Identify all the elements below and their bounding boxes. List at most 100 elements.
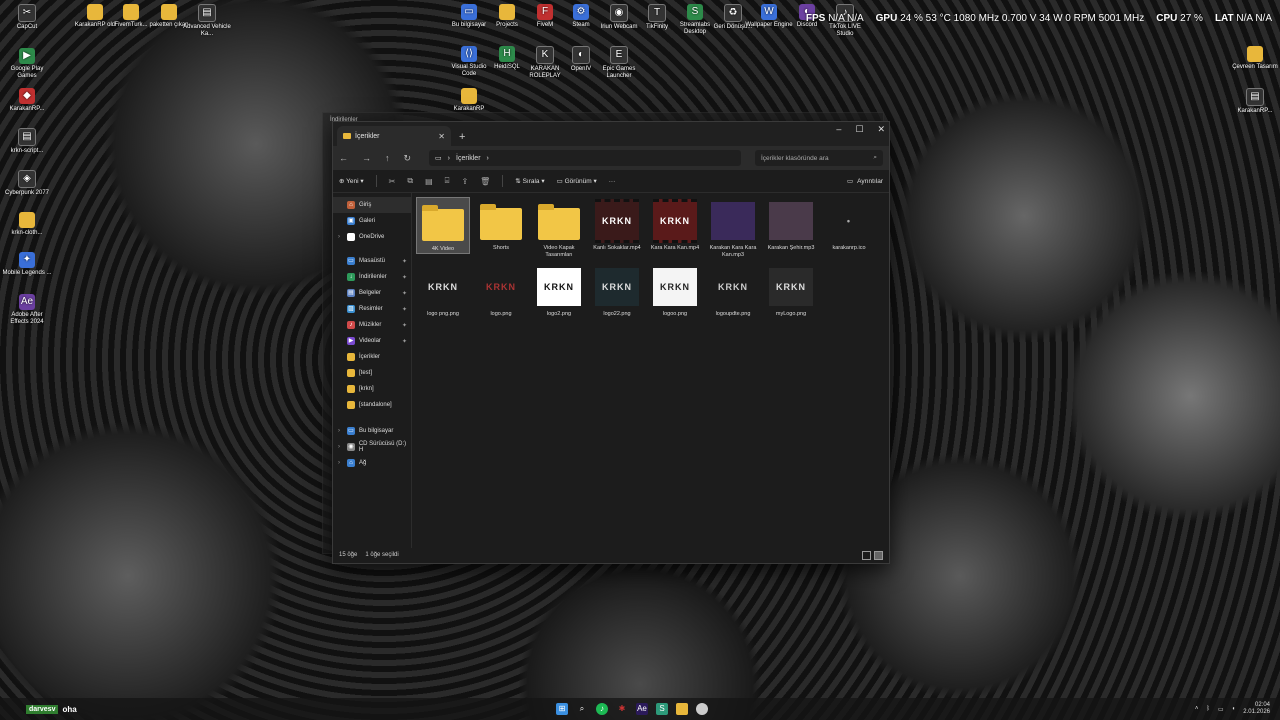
up-arrow-icon[interactable]: ↑ xyxy=(385,153,390,163)
chevron-up-icon[interactable]: ˄ xyxy=(1195,706,1199,712)
app-icon[interactable]: ✱ xyxy=(616,703,628,715)
desktop-icon[interactable]: Çevreen Tasarım xyxy=(1230,46,1280,71)
sidebar-item[interactable]: [standalone] xyxy=(333,397,411,413)
address-bar[interactable]: ▭ › İçerikler › xyxy=(429,150,741,166)
file-item[interactable]: KRKN logo png.png xyxy=(416,263,470,318)
taskbar-user-widget[interactable]: darvesv oha xyxy=(26,704,77,714)
sidebar-item[interactable]: ↓ İndirilenler ✦ xyxy=(333,269,411,285)
folder-item[interactable]: 4K Video xyxy=(416,197,470,254)
file-item[interactable]: Karakan Kara Kara Kan.mp3 xyxy=(706,197,760,259)
desktop-icon[interactable]: ▤ Advanced Vehicle Ka... xyxy=(182,4,232,38)
back-arrow-icon[interactable]: ← xyxy=(339,153,348,163)
network-icon[interactable]: ▭ xyxy=(1218,706,1224,713)
sidebar-item[interactable]: [test] xyxy=(333,365,411,381)
sidebar-item[interactable]: ▶ Videolar ✦ xyxy=(333,333,411,349)
file-explorer-icon[interactable] xyxy=(676,703,688,715)
delete-icon[interactable]: 🗑 xyxy=(480,177,490,186)
file-item[interactable]: KRKN logo2.png xyxy=(532,263,586,318)
close-button[interactable]: ✕ xyxy=(877,124,885,135)
rename-icon[interactable]: ⌸ xyxy=(445,176,450,186)
desktop-icon-label: krkn-script... xyxy=(10,148,44,154)
file-item[interactable]: • karakanrp.ico xyxy=(822,197,876,252)
folder-icon xyxy=(1247,46,1263,62)
streamlabs-icon[interactable]: S xyxy=(656,703,668,715)
chevron-right-icon[interactable]: › xyxy=(338,428,340,434)
breadcrumb-current[interactable]: İçerikler xyxy=(456,155,481,162)
folder-item[interactable]: Shorts xyxy=(474,197,528,252)
item-count: 15 öğe xyxy=(339,552,358,558)
app-icon: ▤ xyxy=(198,4,216,22)
file-item[interactable]: Karakan Şehir.mp3 xyxy=(764,197,818,252)
file-item[interactable]: KRKN logoupdte.png xyxy=(706,263,760,318)
file-item[interactable]: KRKN logoo.png xyxy=(648,263,702,318)
sidebar-item[interactable]: ▭ Masaüstü ✦ xyxy=(333,253,411,269)
after-effects-icon[interactable]: Ae xyxy=(636,703,648,715)
folder-item[interactable]: Video Kapak Tasarımları xyxy=(532,197,586,259)
more-options-button[interactable]: ··· xyxy=(609,178,616,185)
maximize-button[interactable]: ☐ xyxy=(855,124,863,135)
share-icon[interactable]: ⇪ xyxy=(461,177,468,186)
file-item[interactable]: KRKN logo.png xyxy=(474,263,528,318)
sidebar-item[interactable]: [krkn] xyxy=(333,381,411,397)
desktop-icon[interactable]: Ae Adobe After Effects 2024 xyxy=(2,294,52,326)
desktop-icon[interactable]: ✦ Mobile Legends ... xyxy=(2,252,52,277)
desktop-icon[interactable]: ◈ Cyberpunk 2077 xyxy=(2,170,52,197)
cut-icon[interactable]: ✂ xyxy=(389,177,396,186)
sidebar-item[interactable]: ▨ Resimler ✦ xyxy=(333,301,411,317)
desktop-icon[interactable]: ▤ KarakanRP... xyxy=(1230,88,1280,115)
sidebar-item-icon: ♪ xyxy=(347,321,355,329)
refresh-icon[interactable]: ↻ xyxy=(404,153,412,164)
close-tab-icon[interactable]: ✕ xyxy=(438,132,445,141)
sidebar-item[interactable]: ♪ Müzikler ✦ xyxy=(333,317,411,333)
app-icon: ◉ xyxy=(610,4,628,22)
chrome-icon[interactable] xyxy=(696,703,708,715)
sidebar-item[interactable]: › ◉ CD Sürücüsü (D:) H xyxy=(333,439,411,455)
copy-icon[interactable]: ⧉ xyxy=(407,176,413,186)
file-item[interactable]: KRKN logo22.png xyxy=(590,263,644,318)
file-item[interactable]: KRKN Kara Kara Kan.mp4 xyxy=(648,197,702,252)
chevron-right-icon[interactable]: › xyxy=(338,460,340,466)
desktop-icon[interactable]: KarakanRP xyxy=(444,88,494,113)
sidebar-item[interactable]: ⌂ Giriş xyxy=(333,197,411,213)
desktop-icon[interactable]: ◆ KarakanRP... xyxy=(2,88,52,113)
sidebar-item[interactable]: ▣ Galeri xyxy=(333,213,411,229)
bluetooth-icon[interactable]: ᛒ xyxy=(1206,706,1210,712)
chevron-right-icon[interactable]: › xyxy=(338,234,340,240)
title-bar[interactable]: İçerikler ✕ + – ☐ ✕ xyxy=(333,122,889,146)
paste-icon[interactable]: ▤ xyxy=(425,177,433,186)
chevron-right-icon[interactable]: › xyxy=(338,444,340,450)
file-item[interactable]: KRKN myLogo.png xyxy=(764,263,818,318)
desktop-icon[interactable]: ▶ Google Play Games xyxy=(2,48,52,80)
new-tab-button[interactable]: + xyxy=(459,131,465,143)
minimize-button[interactable]: – xyxy=(836,124,841,135)
tiles-view-icon[interactable] xyxy=(874,550,883,560)
desktop-icon-label: CapCut xyxy=(16,24,38,30)
desktop-icon[interactable]: ✂ CapCut xyxy=(2,4,52,31)
desktop-icon[interactable]: E Epic Games Launcher xyxy=(594,46,644,80)
forward-arrow-icon[interactable]: → xyxy=(362,153,371,163)
clock[interactable]: 02:04 2.01.2026 xyxy=(1243,702,1270,716)
search-icon[interactable]: ⌕ xyxy=(576,703,588,715)
file-name: Video Kapak Tasarımları xyxy=(543,245,575,258)
tab-icerikler[interactable]: İçerikler ✕ xyxy=(337,126,451,146)
details-view-icon[interactable] xyxy=(862,550,871,560)
sidebar-item[interactable]: › ☁ OneDrive xyxy=(333,229,411,245)
spotify-icon[interactable]: ♪ xyxy=(596,703,608,715)
file-item[interactable]: KRKN Kanlı Sokaklar.mp4 xyxy=(590,197,644,252)
sidebar-item[interactable]: › ▭ Bu bilgisayar xyxy=(333,423,411,439)
sidebar-item[interactable]: › ⌂ Ağ xyxy=(333,455,411,471)
new-button[interactable]: ⊕ Yeni ▾ xyxy=(339,177,364,185)
sidebar-item[interactable]: İçerikler xyxy=(333,349,411,365)
sort-button[interactable]: ⇅ Sırala ▾ xyxy=(515,177,544,185)
details-button[interactable]: ▭ Ayrıntılar xyxy=(847,177,883,186)
view-button[interactable]: ▭ Görünüm ▾ xyxy=(557,177,597,185)
volume-icon[interactable]: ◖ xyxy=(1232,706,1236,712)
sidebar-item[interactable]: ▤ Belgeler ✦ xyxy=(333,285,411,301)
desktop-icon[interactable]: ▤ krkn-script... xyxy=(2,128,52,155)
desktop-icon[interactable]: krkn-cloth... xyxy=(2,212,52,237)
start-icon[interactable]: ⊞ xyxy=(556,703,568,715)
thumbnail: • xyxy=(827,199,871,243)
image-thumbnail xyxy=(711,202,755,240)
search-input[interactable]: İçerikler klasöründe ara ⌕ xyxy=(755,150,883,166)
chevron-right-icon[interactable]: › xyxy=(487,155,489,162)
